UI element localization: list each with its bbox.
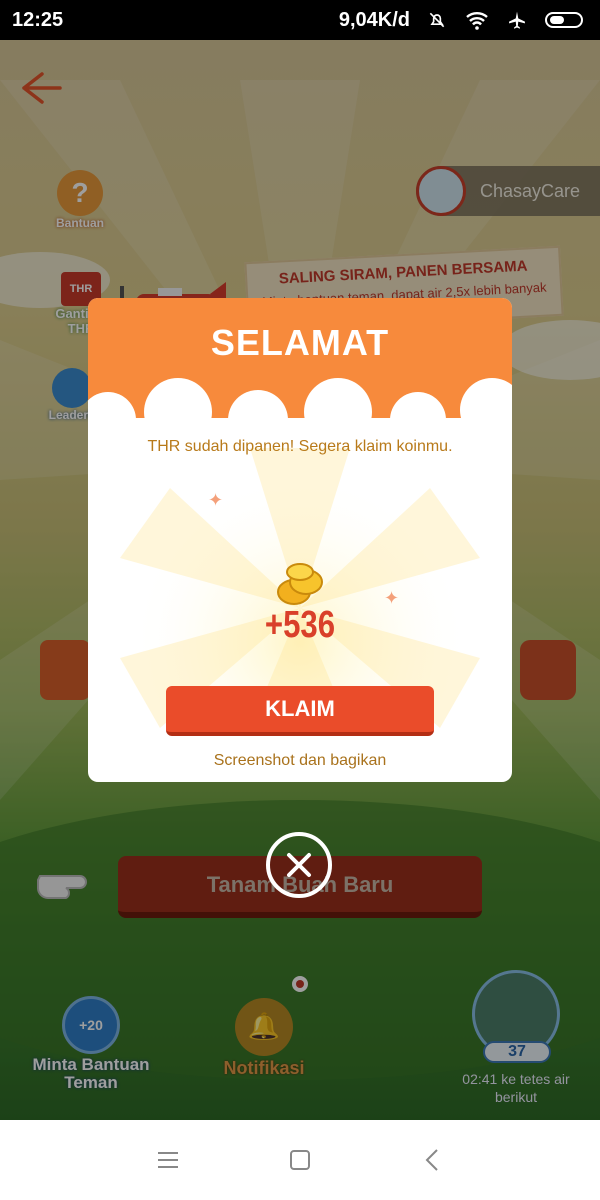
- dialog-message: THR sudah dipanen! Segera klaim koinmu.: [147, 438, 453, 455]
- wifi-icon: [466, 12, 488, 30]
- system-nav-bar: [0, 1120, 600, 1200]
- screenshot-share-link[interactable]: Screenshot dan bagikan: [88, 752, 512, 770]
- status-time: 12:25: [12, 8, 64, 31]
- home-square-icon: [290, 1150, 310, 1170]
- airplane-icon: [509, 11, 525, 29]
- menu-icon: [158, 1152, 178, 1168]
- reward-amount: +536: [264, 604, 336, 646]
- sparkle-icon: ✦: [208, 490, 224, 510]
- claim-button[interactable]: KLAIM: [166, 686, 434, 736]
- home-nav-button[interactable]: [280, 1140, 320, 1180]
- status-bar: 12:25 9,04K/d: [0, 0, 600, 40]
- close-dialog-button[interactable]: [266, 832, 332, 898]
- dialog-title: SELAMAT: [210, 322, 390, 363]
- cloud-decoration: [88, 378, 512, 432]
- back-chevron-icon: [425, 1149, 438, 1171]
- battery-icon: [545, 12, 583, 28]
- gold-coins-icon: [277, 563, 323, 605]
- mute-bell-icon: [429, 12, 445, 28]
- menu-nav-button[interactable]: [148, 1140, 188, 1180]
- network-speed: 9,04K/d: [338, 8, 410, 31]
- close-icon: [287, 853, 311, 877]
- back-nav-button[interactable]: [412, 1140, 452, 1180]
- status-indicators: 9,04K/d: [339, 9, 588, 32]
- reward-dialog: SELAMAT THR sudah dipanen! Segera klaim …: [88, 298, 512, 782]
